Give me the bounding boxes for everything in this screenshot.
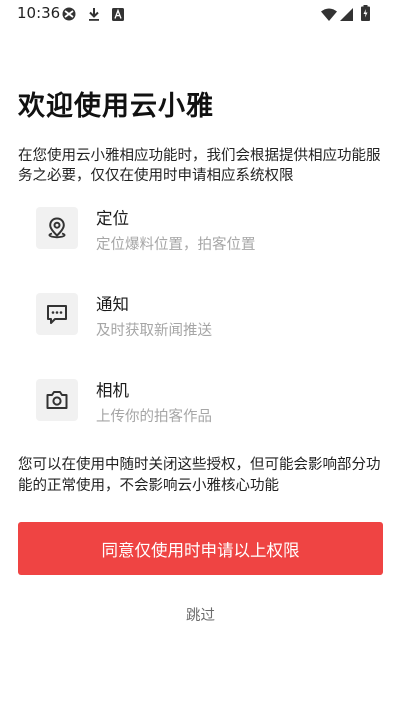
vpn-icon bbox=[62, 6, 76, 25]
permission-name: 通知 bbox=[96, 295, 129, 314]
wifi-icon bbox=[321, 6, 337, 25]
message-icon bbox=[36, 293, 78, 335]
skip-link[interactable]: 跳过 bbox=[0, 604, 401, 625]
permission-desc: 及时获取新闻推送 bbox=[96, 323, 212, 339]
signal-icon bbox=[340, 6, 353, 25]
revoke-note: 您可以在使用中随时关闭这些授权，但可能会影响部分功能的正常使用，不会影响云小雅核… bbox=[18, 457, 381, 494]
agree-button[interactable]: 同意仅使用时申请以上权限 bbox=[18, 522, 383, 575]
battery-icon bbox=[361, 5, 370, 25]
permission-desc: 定位爆料位置，拍客位置 bbox=[96, 237, 256, 253]
text-notification-icon bbox=[112, 6, 124, 25]
location-pin-icon bbox=[36, 207, 78, 249]
status-time: 10:36 bbox=[17, 4, 61, 22]
permission-camera: 相机 上传你的拍客作品 bbox=[36, 379, 376, 439]
permission-name: 定位 bbox=[96, 209, 129, 228]
intro-text: 在您使用云小雅相应功能时，我们会根据提供相应功能服务之必要，仅仅在使用时申请相应… bbox=[18, 148, 381, 184]
download-icon bbox=[88, 6, 100, 25]
permission-notification: 通知 及时获取新闻推送 bbox=[36, 293, 376, 353]
camera-icon bbox=[36, 379, 78, 421]
permission-location: 定位 定位爆料位置，拍客位置 bbox=[36, 207, 376, 267]
page-title: 欢迎使用云小雅 bbox=[18, 91, 214, 122]
permission-desc: 上传你的拍客作品 bbox=[96, 409, 212, 425]
permission-name: 相机 bbox=[96, 381, 129, 400]
status-bar: 10:36 bbox=[0, 0, 401, 30]
